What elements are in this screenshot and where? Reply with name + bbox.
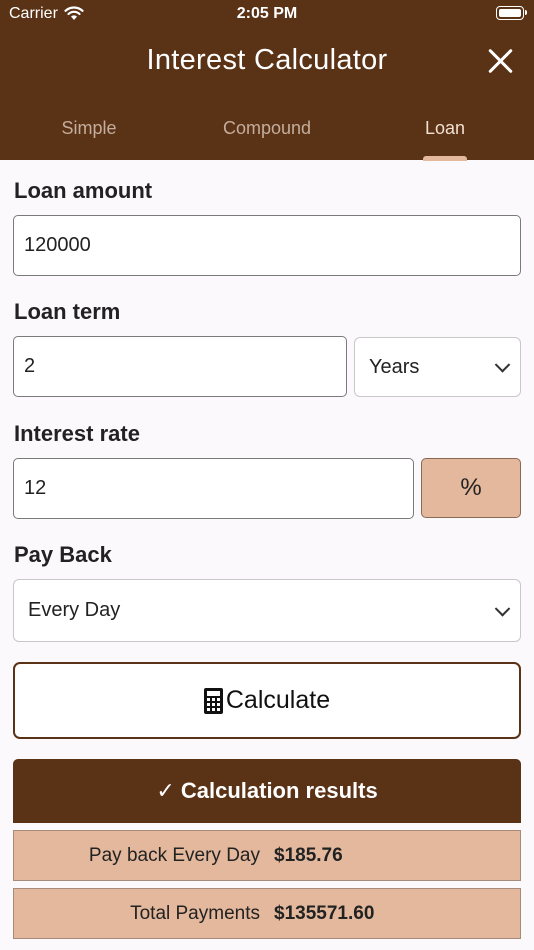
battery-icon xyxy=(496,6,527,20)
active-tab-indicator xyxy=(423,156,467,161)
tab-loan[interactable]: Loan xyxy=(356,118,534,139)
result-label: Total Payments xyxy=(130,902,260,924)
loan-amount-input[interactable]: 120000 xyxy=(13,215,521,276)
status-bar: Carrier 2:05 PM xyxy=(0,0,534,28)
tab-simple[interactable]: Simple xyxy=(0,118,178,139)
chevron-down-icon xyxy=(494,600,511,617)
calculator-icon xyxy=(203,687,223,714)
page-title: Interest Calculator xyxy=(146,44,388,76)
result-label: Pay back Every Day xyxy=(88,844,260,866)
result-value: $185.76 xyxy=(274,844,343,866)
loan-term-unit-select[interactable]: Years xyxy=(354,337,521,397)
loan-term-unit-value: Years xyxy=(369,355,420,378)
percent-unit-button[interactable]: % xyxy=(421,458,521,518)
loan-amount-label: Loan amount xyxy=(14,178,153,203)
result-value: $135571.60 xyxy=(274,902,375,924)
loan-term-input[interactable]: 2 xyxy=(13,336,347,397)
results-header: ✓ Calculation results xyxy=(13,759,521,823)
tab-compound[interactable]: Compound xyxy=(178,118,356,139)
result-row: Total Payments $135571.60 xyxy=(13,888,521,939)
pay-back-value: Every Day xyxy=(28,599,121,621)
interest-rate-input[interactable]: 12 xyxy=(13,458,414,519)
status-time: 2:05 PM xyxy=(236,5,298,22)
chevron-down-icon xyxy=(494,357,511,373)
pay-back-label: Pay Back xyxy=(14,542,112,567)
result-row: Pay back Every Day $185.76 xyxy=(13,830,521,881)
calculate-button[interactable]: Calculate xyxy=(13,662,521,739)
close-icon[interactable] xyxy=(486,46,516,76)
loan-term-label: Loan term xyxy=(14,299,121,324)
pay-back-select[interactable]: Every Day xyxy=(13,579,521,642)
calculate-button-label: Calculate xyxy=(225,686,331,714)
app-header: Carrier 2:05 PM Interest Calculator Simp… xyxy=(0,0,534,161)
interest-rate-label: Interest rate xyxy=(14,421,140,446)
